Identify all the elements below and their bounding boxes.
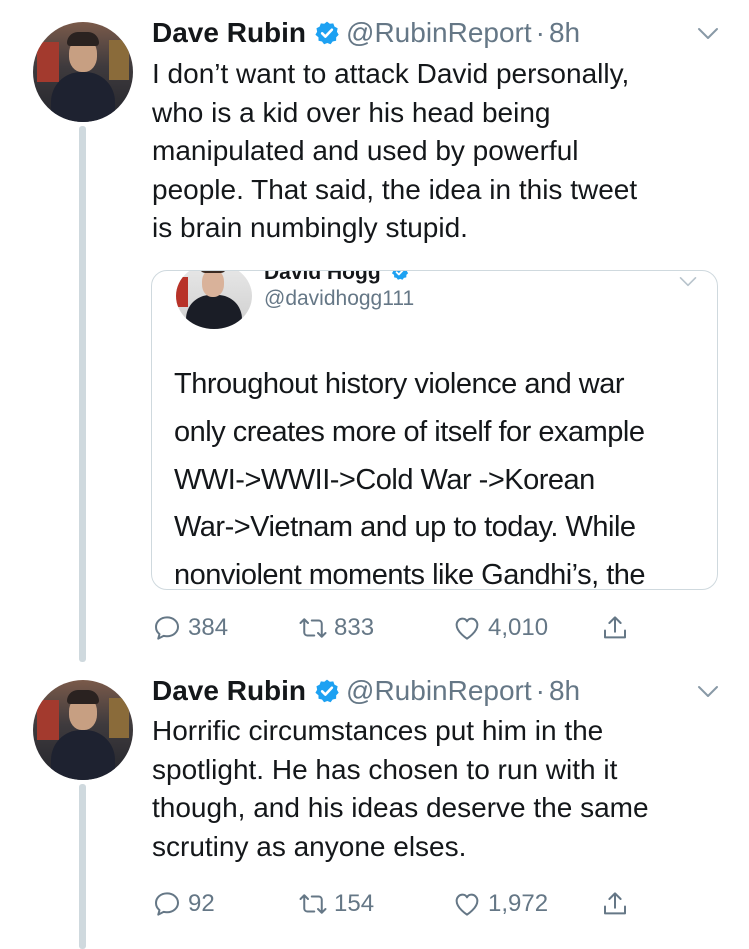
timestamp[interactable]: 8h xyxy=(549,17,580,49)
quoted-tweet[interactable]: David Hogg @davidhogg111 Throughout hist… xyxy=(151,270,718,590)
verified-badge-icon xyxy=(391,271,408,280)
quoted-author-name-text: David Hogg xyxy=(264,270,381,284)
like-button[interactable]: 1,972 xyxy=(452,884,548,924)
separator-dot: · xyxy=(535,17,545,48)
chevron-down-icon[interactable] xyxy=(696,26,720,42)
tweet-header: Dave Rubin @RubinReport · 8h xyxy=(152,16,580,50)
verified-badge-icon xyxy=(315,679,339,703)
author-handle[interactable]: @RubinReport xyxy=(346,675,532,707)
text-line: manipulated and used by powerful xyxy=(152,135,579,166)
text-line: spotlight. He has chosen to run with it xyxy=(152,753,618,785)
thread-line-bottom xyxy=(79,784,86,949)
timestamp[interactable]: 8h xyxy=(549,675,580,707)
text-line: people. That said, the idea in this twee… xyxy=(152,173,638,205)
retweet-icon xyxy=(299,894,327,914)
thread-line-top xyxy=(79,126,86,662)
quoted-tweet-text: Throughout history violence and war only… xyxy=(174,361,704,590)
like-button[interactable]: 4,010 xyxy=(452,608,548,648)
tweet-actions: 92 154 1,972 xyxy=(152,884,672,924)
text-line: WWI->WWII->Cold War ->Korean xyxy=(174,463,595,496)
tweet-actions: 384 833 4,010 xyxy=(152,608,672,648)
avatar[interactable] xyxy=(33,22,133,122)
share-button[interactable] xyxy=(600,884,636,924)
chevron-down-icon[interactable] xyxy=(696,684,720,700)
retweet-count: 833 xyxy=(334,614,375,641)
reply-icon xyxy=(155,616,179,640)
retweet-icon xyxy=(299,618,327,638)
text-line: though, and his ideas deserve the same xyxy=(152,792,649,823)
heart-icon xyxy=(455,893,479,916)
reply-count: 384 xyxy=(188,614,229,641)
author-name[interactable]: Dave Rubin xyxy=(152,675,306,707)
share-button[interactable] xyxy=(600,608,636,648)
chevron-down-icon[interactable] xyxy=(678,275,698,289)
text-line: only creates more of itself for example xyxy=(174,415,645,448)
heart-icon xyxy=(455,617,479,640)
reply-icon xyxy=(155,892,179,916)
text-line: who is a kid over his head being xyxy=(152,96,551,128)
retweet-button[interactable]: 833 xyxy=(298,608,374,648)
verified-badge-icon xyxy=(315,21,339,45)
reply-button[interactable]: 384 xyxy=(152,608,228,648)
quoted-author-name[interactable]: David Hogg xyxy=(264,270,409,285)
reply-button[interactable]: 92 xyxy=(152,884,215,924)
text-line: is brain numbingly stupid. xyxy=(152,212,468,243)
text-line: nonviolent moments like Gandhi’s, the xyxy=(174,559,646,590)
text-line: War->Vietnam and up to today. While xyxy=(174,511,636,544)
text-line: scrutiny as anyone elses. xyxy=(152,830,467,862)
author-name[interactable]: Dave Rubin xyxy=(152,17,306,49)
tweet-header: Dave Rubin @RubinReport · 8h xyxy=(152,674,580,708)
reply-count: 92 xyxy=(188,890,215,917)
share-icon xyxy=(604,892,626,915)
like-count: 4,010 xyxy=(488,614,549,641)
tweet-text: Horrific circumstances put him in the sp… xyxy=(152,712,732,866)
quoted-avatar[interactable] xyxy=(176,271,252,329)
tweet-text: I don’t want to attack David personally,… xyxy=(152,55,732,248)
like-count: 1,972 xyxy=(488,890,549,917)
text-line: Horrific circumstances put him in the xyxy=(152,715,604,746)
avatar[interactable] xyxy=(33,680,133,780)
retweet-count: 154 xyxy=(334,890,375,917)
text-line: Throughout history violence and war xyxy=(174,368,624,400)
separator-dot: · xyxy=(535,675,545,706)
text-line: I don’t want to attack David personally, xyxy=(152,58,630,89)
author-handle[interactable]: @RubinReport xyxy=(346,17,532,49)
retweet-button[interactable]: 154 xyxy=(298,884,374,924)
quoted-author-handle[interactable]: @davidhogg111 xyxy=(264,287,414,311)
share-icon xyxy=(604,616,626,639)
